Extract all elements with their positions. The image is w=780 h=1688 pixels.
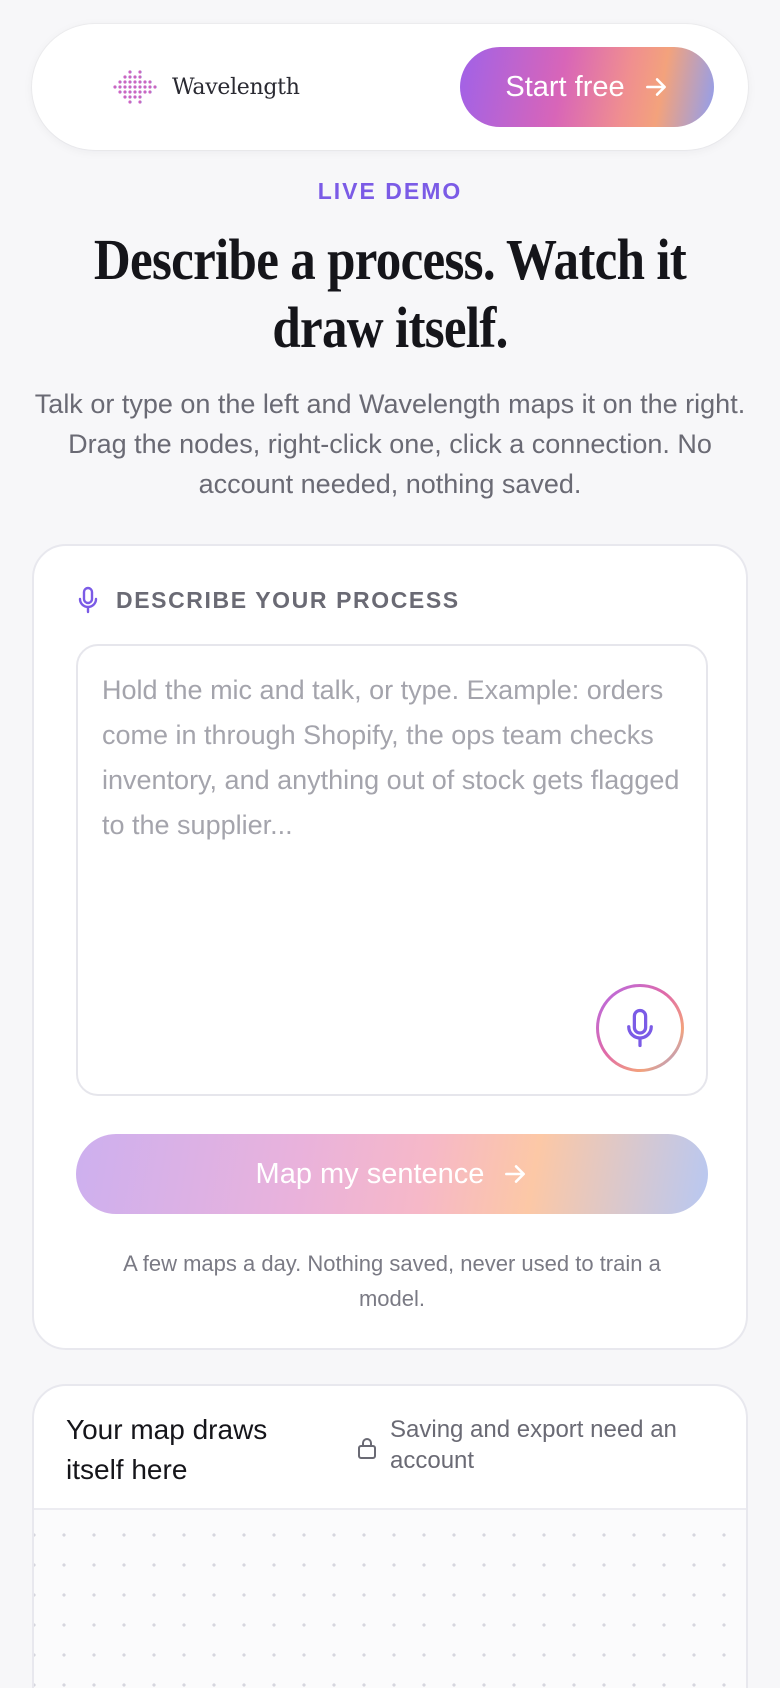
lock-icon (358, 1438, 376, 1459)
microphone-icon (78, 586, 98, 614)
map-canvas[interactable] (34, 1508, 746, 1688)
account-required-text: Saving and export need an account (390, 1416, 677, 1474)
brand-name: Wavelength (172, 74, 300, 100)
map-my-sentence-button[interactable]: Map my sentence (76, 1134, 708, 1214)
map-my-sentence-label: Map my sentence (255, 1157, 485, 1190)
process-textarea-wrapper (76, 644, 708, 1096)
usage-note: A few maps a day. Nothing saved, never u… (123, 1251, 661, 1311)
top-nav: Wavelength Start free (32, 24, 748, 150)
page-subtitle: Talk or type on the left and Wavelength … (34, 389, 746, 499)
map-preview-card: Your map draws itself here Saving and ex… (32, 1384, 748, 1688)
microphone-icon (627, 1008, 653, 1048)
describe-process-card: DESCRIBE YOUR PROCESS Map my sentence A … (32, 544, 748, 1350)
brand[interactable]: Wavelength (112, 69, 300, 105)
arrow-right-icon (645, 78, 666, 96)
start-free-button[interactable]: Start free (460, 47, 714, 127)
mic-record-button[interactable] (596, 984, 684, 1072)
card-header: DESCRIBE YOUR PROCESS (76, 586, 460, 614)
page-title: Describe a process. Watch it draw itself… (93, 227, 687, 360)
start-free-label: Start free (505, 70, 625, 103)
account-required-note: Saving and export need an account (356, 1414, 720, 1476)
eyebrow-label: LIVE DEMO (317, 178, 463, 204)
wave-dots-icon (113, 70, 157, 104)
card-label: DESCRIBE YOUR PROCESS (116, 586, 460, 613)
page: Wavelength Start free LIVE DEMO Describe… (0, 0, 780, 1688)
mic-record-button-face (599, 987, 681, 1069)
map-title: Your map draws itself here (66, 1414, 268, 1485)
arrow-right-icon (505, 1165, 526, 1183)
